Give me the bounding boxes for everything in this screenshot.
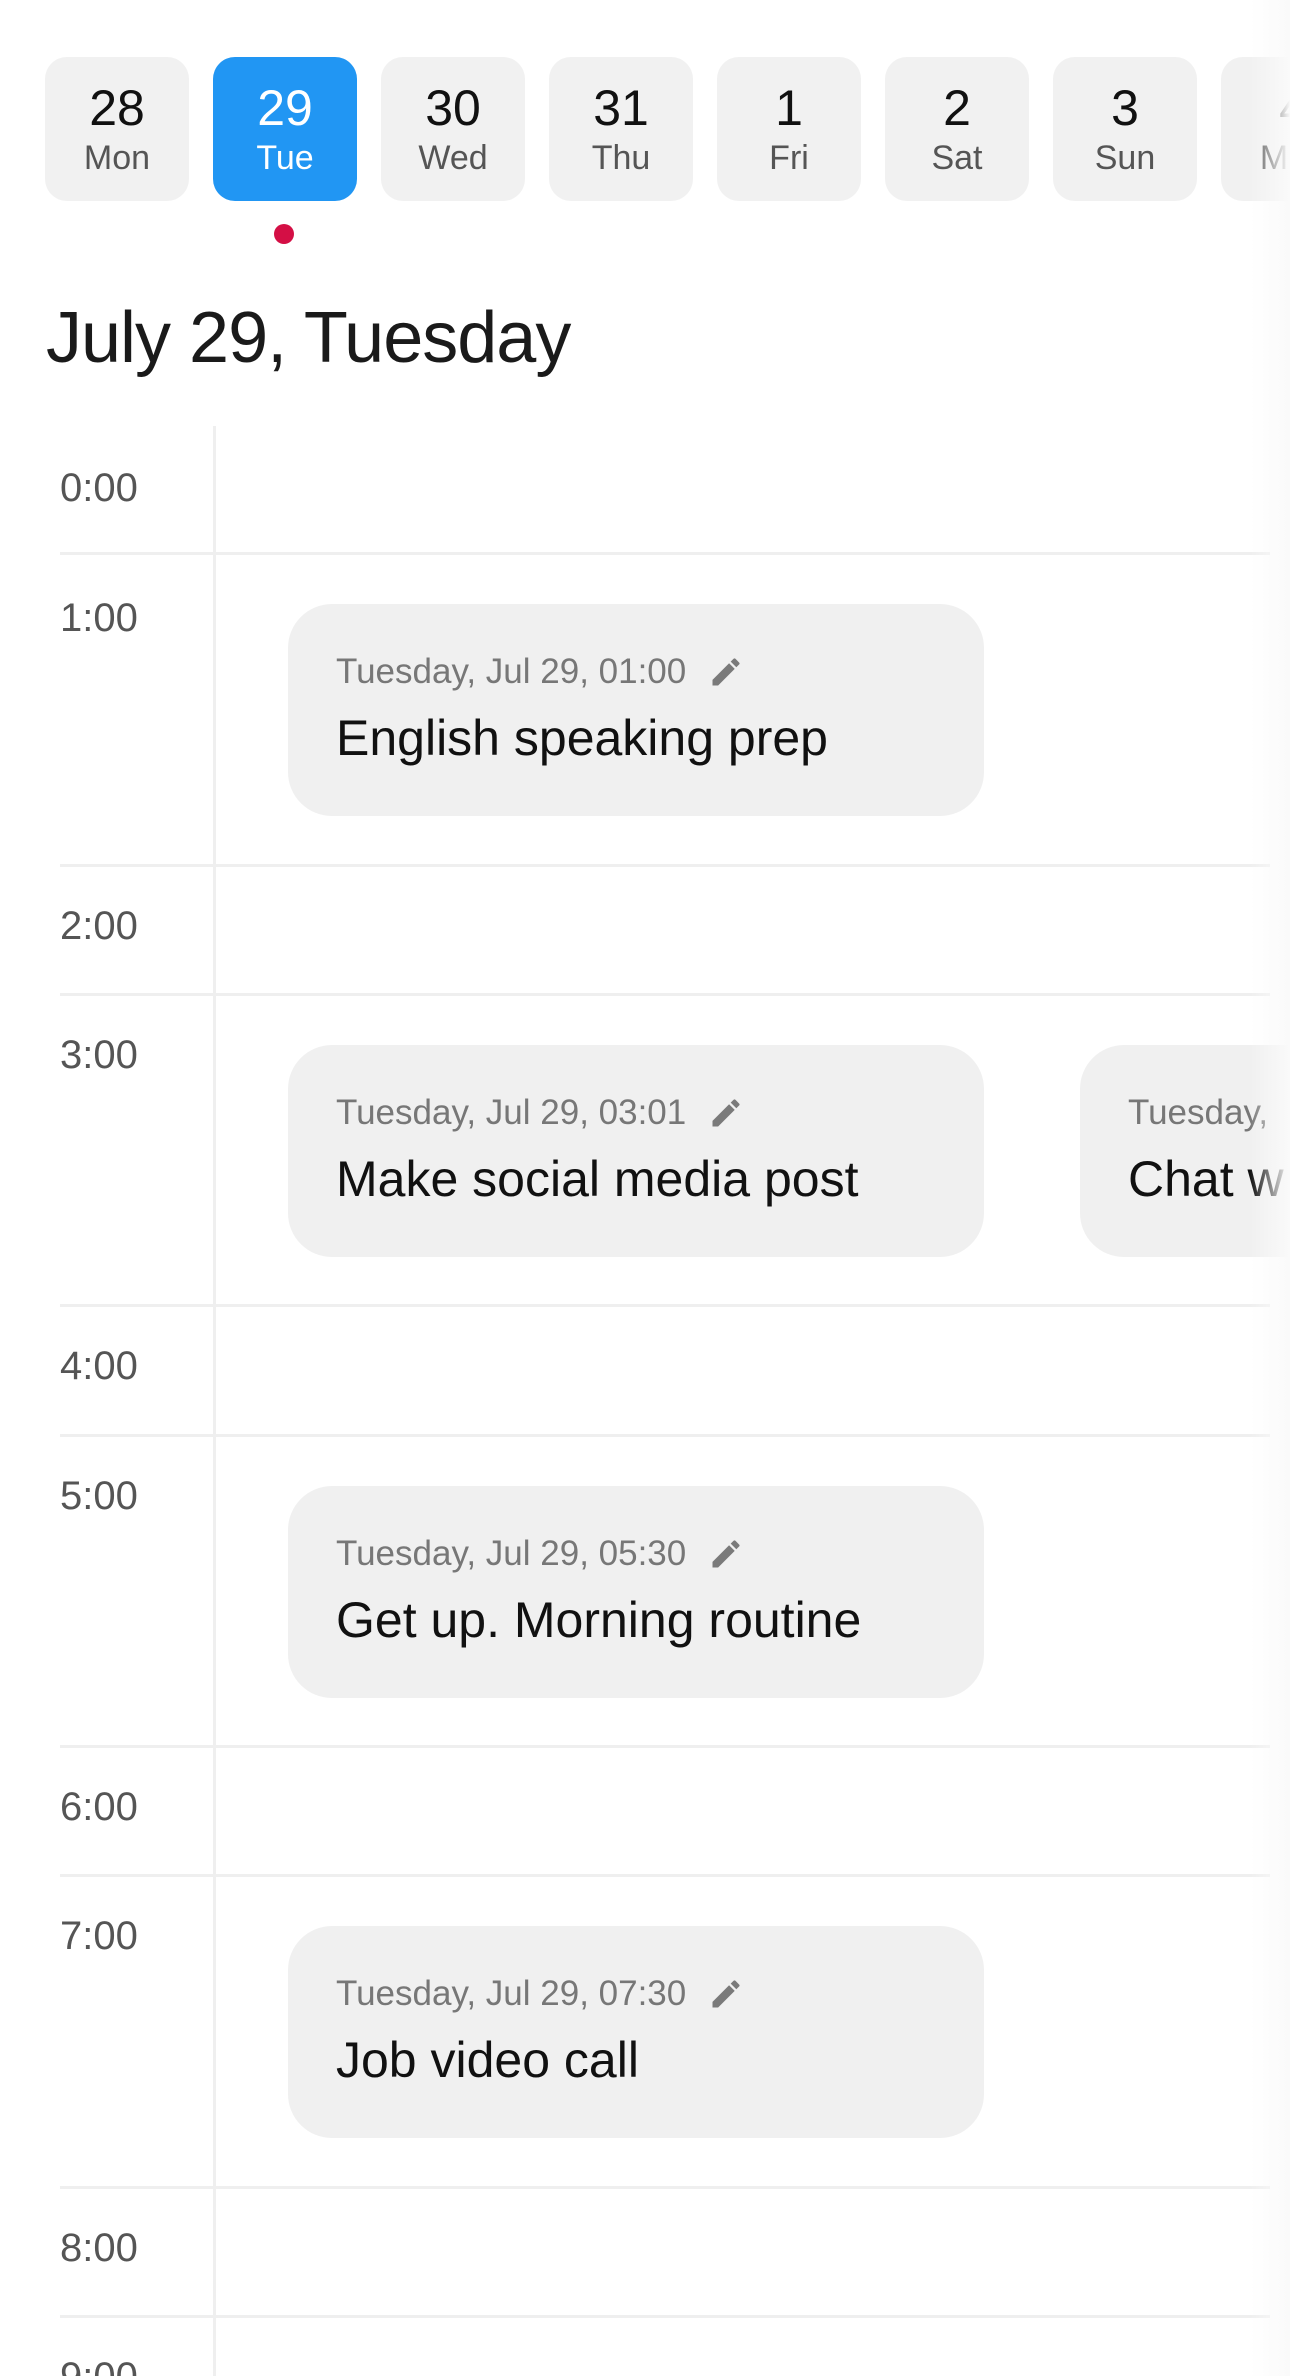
hour-divider	[60, 552, 1270, 555]
event-card[interactable]: Tuesday, Jul 29, 07:30 Job video call	[288, 1926, 984, 2138]
day-pill-31[interactable]: 31 Thu	[549, 57, 693, 201]
event-card[interactable]: Tuesday, Jul 29, 05:30 Get up. Morning r…	[288, 1486, 984, 1698]
hour-divider	[60, 864, 1270, 867]
hour-label: 0:00	[60, 466, 138, 510]
hour-divider	[60, 2315, 1270, 2318]
day-number: 2	[943, 80, 971, 136]
day-pill-3[interactable]: 3 Sun	[1053, 57, 1197, 201]
event-meta: Tuesday, Jul 29, 07:30	[336, 1972, 936, 2016]
event-meta: Tuesday, Jul 29, 03:01	[336, 1091, 936, 1135]
hour-divider	[60, 1874, 1270, 1877]
hour-label: 2:00	[60, 904, 138, 948]
event-datetime: Tuesday, Jul 29, 07:30	[336, 1974, 687, 2013]
day-number: 1	[775, 80, 803, 136]
event-datetime: Tuesday,	[1128, 1093, 1269, 1132]
hour-label: 6:00	[60, 1785, 138, 1829]
day-pill-29-selected[interactable]: 29 Tue	[213, 57, 357, 201]
event-title: Job video call	[336, 2032, 639, 2088]
day-weekday: Fri	[769, 139, 809, 177]
hour-divider	[60, 1304, 1270, 1307]
day-timeline[interactable]: 0:00 1:00 2:00 3:00 4:00 5:00 6:00 7:00 …	[0, 426, 1290, 2376]
day-pill-1[interactable]: 1 Fri	[717, 57, 861, 201]
event-card[interactable]: Tuesday, Jul 29, 01:00 English speaking …	[288, 604, 984, 816]
event-title: English speaking prep	[336, 710, 828, 766]
day-weekday: Wed	[418, 139, 488, 177]
hour-label: 7:00	[60, 1914, 138, 1958]
day-weekday: Thu	[591, 139, 651, 177]
event-datetime: Tuesday, Jul 29, 05:30	[336, 1534, 687, 1573]
hour-divider	[60, 993, 1270, 996]
day-pill-2[interactable]: 2 Sat	[885, 57, 1029, 201]
hour-label: 3:00	[60, 1033, 138, 1077]
hour-divider	[60, 1434, 1270, 1437]
day-number: 29	[257, 80, 313, 136]
day-number: 31	[593, 80, 649, 136]
pencil-icon[interactable]	[708, 1536, 744, 1572]
day-pill-4[interactable]: 4 Mon	[1221, 57, 1290, 201]
event-meta: Tuesday, Jul 29, 01:00	[336, 650, 936, 694]
today-indicator-dot	[274, 224, 294, 244]
event-card-partial[interactable]: Tuesday, Chat w	[1080, 1045, 1290, 1257]
hour-label: 4:00	[60, 1344, 138, 1388]
pencil-icon[interactable]	[708, 1095, 744, 1131]
day-weekday: Tue	[256, 139, 314, 177]
day-weekday: Mon	[1259, 139, 1290, 177]
page-title: July 29, Tuesday	[46, 298, 571, 378]
day-pill-28[interactable]: 28 Mon	[45, 57, 189, 201]
event-title: Chat w	[1128, 1151, 1284, 1207]
hour-label: 5:00	[60, 1474, 138, 1518]
day-number: 28	[89, 80, 145, 136]
event-card[interactable]: Tuesday, Jul 29, 03:01 Make social media…	[288, 1045, 984, 1257]
day-weekday: Sat	[931, 139, 983, 177]
hour-label: 8:00	[60, 2226, 138, 2270]
day-number: 30	[425, 80, 481, 136]
hour-label: 1:00	[60, 596, 138, 640]
hour-divider	[60, 2186, 1270, 2189]
day-weekday: Mon	[83, 139, 151, 177]
timeline-axis	[213, 426, 216, 2376]
pencil-icon[interactable]	[708, 654, 744, 690]
hour-divider	[60, 1745, 1270, 1748]
hour-label: 9:00	[60, 2353, 138, 2376]
day-pill-30[interactable]: 30 Wed	[381, 57, 525, 201]
day-weekday: Sun	[1094, 139, 1156, 177]
event-title: Make social media post	[336, 1151, 859, 1207]
pencil-icon[interactable]	[708, 1976, 744, 2012]
day-number: 4	[1279, 80, 1290, 136]
event-meta: Tuesday,	[1128, 1091, 1290, 1135]
event-datetime: Tuesday, Jul 29, 03:01	[336, 1093, 687, 1132]
day-number: 3	[1111, 80, 1139, 136]
event-title: Get up. Morning routine	[336, 1592, 862, 1648]
event-datetime: Tuesday, Jul 29, 01:00	[336, 652, 687, 691]
date-strip[interactable]: 28 Mon 29 Tue 30 Wed 31 Thu 1 Fri 2 Sat …	[0, 0, 1290, 260]
event-meta: Tuesday, Jul 29, 05:30	[336, 1532, 936, 1576]
